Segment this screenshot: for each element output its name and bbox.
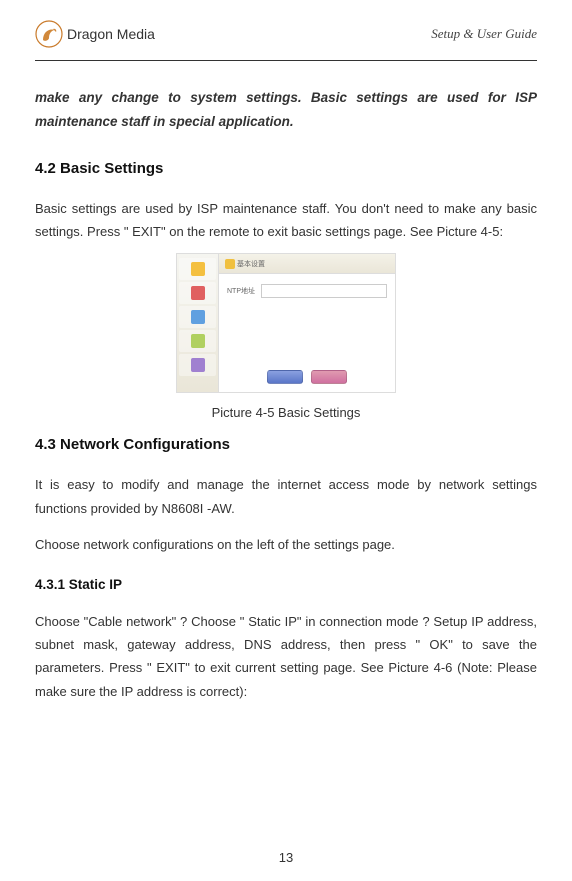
- figure-main-panel: 基本设置 NTP地址: [219, 254, 395, 392]
- figure-button-row: [267, 370, 347, 384]
- section-4-3-body-1: It is easy to modify and manage the inte…: [35, 473, 537, 520]
- figure-sidebar-item: [179, 354, 216, 376]
- section-4-2-heading: 4.2 Basic Settings: [35, 160, 537, 177]
- figure-sidebar-item: [179, 330, 216, 352]
- figure-header-text: 基本设置: [237, 259, 265, 269]
- figure-sidebar-item: [179, 258, 216, 280]
- figure-field-label: NTP地址: [227, 286, 255, 296]
- figure-panel-header: 基本设置: [219, 254, 395, 274]
- doc-title: Setup & User Guide: [431, 26, 537, 42]
- figure-field-row: NTP地址: [227, 284, 387, 298]
- page: Dragon Media Setup & User Guide make any…: [0, 0, 572, 881]
- figure-sidebar: [177, 254, 219, 392]
- figure-sidebar-item: [179, 306, 216, 328]
- figure-sidebar-item: [179, 282, 216, 304]
- figure-4-5-caption: Picture 4-5 Basic Settings: [212, 405, 361, 420]
- figure-4-5-image: 基本设置 NTP地址: [176, 253, 396, 393]
- section-4-3-1-heading: 4.3.1 Static IP: [35, 577, 537, 592]
- figure-ok-button: [267, 370, 303, 384]
- brand-name: Dragon Media: [67, 26, 155, 42]
- page-header: Dragon Media Setup & User Guide: [35, 20, 537, 61]
- intro-paragraph: make any change to system settings. Basi…: [35, 86, 537, 135]
- figure-exit-button: [311, 370, 347, 384]
- figure-header-icon: [225, 259, 235, 269]
- page-number: 13: [279, 850, 293, 865]
- figure-field-input: [261, 284, 387, 298]
- header-left: Dragon Media: [35, 20, 155, 48]
- figure-4-5: 基本设置 NTP地址 Picture 4-5 Basic Settings: [35, 253, 537, 420]
- section-4-3-1-body: Choose "Cable network" ? Choose " Static…: [35, 610, 537, 704]
- section-4-2-body: Basic settings are used by ISP maintenan…: [35, 197, 537, 244]
- dragon-logo-icon: [35, 20, 63, 48]
- section-4-3-heading: 4.3 Network Configurations: [35, 436, 537, 453]
- section-4-3-body-2: Choose network configurations on the lef…: [35, 533, 537, 556]
